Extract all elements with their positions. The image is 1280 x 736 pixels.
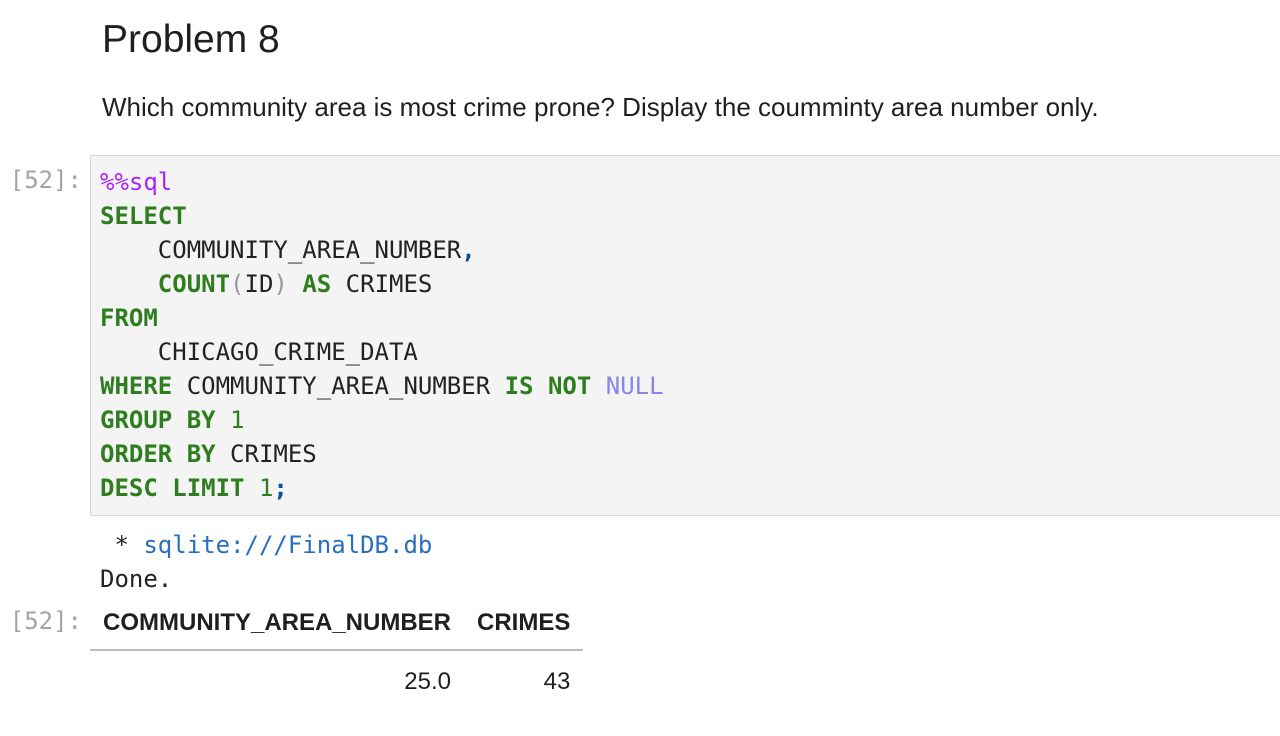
header-community-area-number: COMMUNITY_AREA_NUMBER xyxy=(90,600,465,651)
cell-crimes: 43 xyxy=(543,668,571,695)
keyword-where: WHERE xyxy=(100,372,173,400)
group-number: 1 xyxy=(230,406,245,434)
table-row: 25.0 43 xyxy=(90,650,583,707)
code-line-4: COUNT(ID) AS CRIMES xyxy=(100,267,664,301)
output-prompt: [52]: xyxy=(9,607,82,635)
keyword-desc-limit: DESC LIMIT xyxy=(100,474,245,502)
code-line-9: ORDER BY CRIMES xyxy=(100,437,664,471)
keyword-is-not: IS NOT xyxy=(504,372,592,400)
sql-code[interactable]: %%sql SELECT COMMUNITY_AREA_NUMBER, COUN… xyxy=(100,165,664,505)
keyword-as: AS xyxy=(302,270,332,298)
problem-heading: Problem 8 xyxy=(102,18,280,61)
table-header-row: COMMUNITY_AREA_NUMBER CRIMES xyxy=(90,600,584,651)
connection-link[interactable]: sqlite:///FinalDB.db xyxy=(143,531,432,559)
null-literal: NULL xyxy=(605,372,664,400)
code-line-3: COMMUNITY_AREA_NUMBER, xyxy=(100,233,664,267)
open-paren: ( xyxy=(230,270,245,298)
bullet: * xyxy=(100,531,144,559)
code-line-8: GROUP BY 1 xyxy=(100,403,664,437)
alias: CRIMES xyxy=(345,270,433,298)
keyword-group-by: GROUP BY xyxy=(100,406,216,434)
result-table: COMMUNITY_AREA_NUMBER CRIMES 25.0 43 xyxy=(90,600,584,707)
where-column: COMMUNITY_AREA_NUMBER xyxy=(186,372,491,400)
code-line-5: FROM xyxy=(100,301,664,335)
stream-line-connection: * sqlite:///FinalDB.db xyxy=(100,528,432,562)
code-line-10: DESC LIMIT 1; xyxy=(100,471,664,505)
keyword-from: FROM xyxy=(100,304,158,332)
stream-line-done: Done. xyxy=(100,565,173,593)
count-arg: ID xyxy=(244,270,274,298)
count-function: COUNT xyxy=(157,270,231,298)
header-crimes: CRIMES xyxy=(464,600,584,651)
order-column: CRIMES xyxy=(230,440,317,468)
table-name: CHICAGO_CRIME_DATA xyxy=(157,338,418,366)
keyword-order-by: ORDER BY xyxy=(100,440,216,468)
input-prompt: [52]: xyxy=(9,166,82,194)
cell-community-area-number: 25.0 xyxy=(404,668,452,695)
code-line-6: CHICAGO_CRIME_DATA xyxy=(100,335,664,369)
keyword-select: SELECT xyxy=(100,202,187,230)
close-paren: ) xyxy=(273,270,288,298)
code-line-7: WHERE COMMUNITY_AREA_NUMBER IS NOT NULL xyxy=(100,369,664,403)
semicolon: ; xyxy=(273,474,288,502)
code-line-1: %%sql xyxy=(100,165,664,199)
magic-command: %%sql xyxy=(100,168,173,196)
problem-question: Which community area is most crime prone… xyxy=(102,92,1099,122)
limit-number: 1 xyxy=(258,474,274,502)
code-line-2: SELECT xyxy=(100,199,664,233)
comma: , xyxy=(461,236,476,264)
column-name: COMMUNITY_AREA_NUMBER xyxy=(157,236,462,264)
output-stream: * sqlite:///FinalDB.db Done. xyxy=(100,528,432,596)
